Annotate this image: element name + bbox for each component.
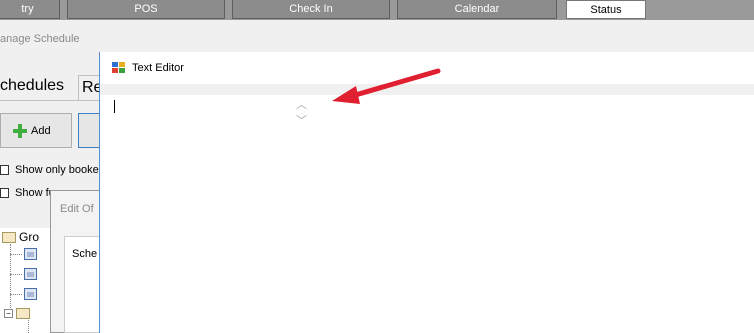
tree-line (10, 254, 22, 255)
text-editor-title: Text Editor (132, 62, 184, 74)
tab-schedules[interactable]: chedules (0, 77, 64, 95)
add-button-label: Add (31, 124, 51, 137)
tree-item[interactable] (24, 268, 37, 280)
edit-dialog-title: Edit Of (60, 203, 94, 215)
schedule-tree[interactable]: Gro − (0, 228, 50, 333)
arrow-head (332, 86, 360, 104)
tree-item-label: Gro (19, 230, 40, 244)
nav-check-in-button[interactable]: Check In (232, 0, 390, 19)
tree-item[interactable] (24, 248, 37, 260)
calendar-icon (24, 288, 37, 300)
tree-line (10, 274, 22, 275)
add-button[interactable]: Add (0, 113, 72, 148)
top-nav-bar: try POS Check In Calendar Status (0, 0, 754, 20)
show-only-booked-checkbox[interactable]: Show only booke (0, 164, 110, 176)
checkbox-label: Show fu (15, 187, 55, 199)
checkbox-box[interactable] (0, 188, 9, 198)
nav-status-button[interactable]: Status (566, 0, 646, 19)
tree-item-group[interactable]: Gro (2, 230, 39, 244)
tree-line (10, 294, 22, 295)
calendar-icon (24, 248, 37, 260)
arrow-shaft (349, 68, 441, 99)
breadcrumb: anage Schedule (0, 33, 80, 45)
nav-pos-button[interactable]: POS (67, 0, 225, 19)
tree-item[interactable] (24, 288, 37, 300)
folder-icon (16, 308, 30, 319)
folder-icon (2, 231, 16, 243)
checkbox-box[interactable] (0, 165, 9, 175)
app-icon (112, 62, 126, 74)
calendar-icon (24, 268, 37, 280)
checkbox-label: Show only booke (15, 164, 99, 176)
tree-item-subgroup[interactable]: − (4, 308, 30, 319)
nav-entry-button[interactable]: try (0, 0, 60, 19)
schedule-label: Sche (72, 248, 98, 260)
plus-icon (13, 123, 27, 138)
collapse-icon[interactable]: − (4, 309, 13, 318)
nav-calendar-button[interactable]: Calendar (397, 0, 557, 19)
text-editor-area[interactable] (100, 95, 754, 333)
red-arrow-annotation (332, 68, 441, 104)
